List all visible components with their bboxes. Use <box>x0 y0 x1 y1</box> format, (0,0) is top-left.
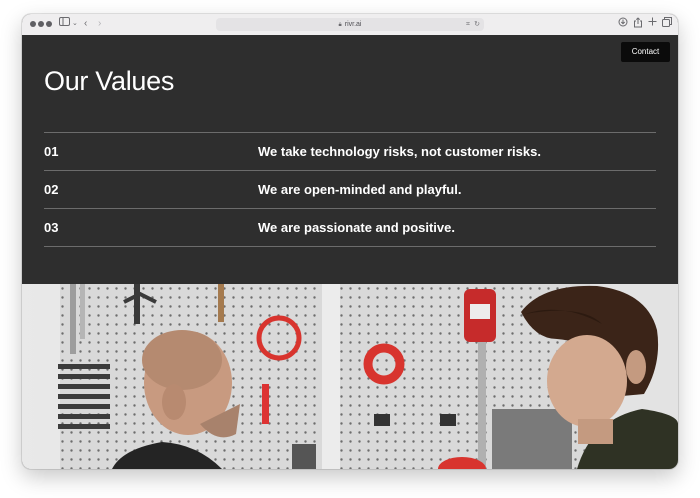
translate-icon[interactable]: ⌗ <box>466 18 470 31</box>
page-title: Our Values <box>44 66 175 96</box>
page-content: Contact Our Values 01 We take technology… <box>22 35 678 469</box>
chevron-left-icon[interactable]: ‹ <box>84 17 87 31</box>
contact-button[interactable]: Contact <box>621 42 670 62</box>
value-number: 03 <box>44 220 59 235</box>
address-bar[interactable]: 🔒︎ rivr.ai ⌗ ↻ <box>216 18 484 31</box>
lock-icon: 🔒︎ <box>338 22 342 28</box>
chevron-right-icon[interactable]: › <box>98 17 101 31</box>
minimize-window-dot[interactable] <box>38 21 44 27</box>
browser-toolbar: ⌄ ‹ › 🔒︎ rivr.ai ⌗ ↻ <box>22 14 678 36</box>
browser-window: ⌄ ‹ › 🔒︎ rivr.ai ⌗ ↻ Contact Our Values 0… <box>22 14 678 469</box>
share-icon[interactable] <box>633 17 643 33</box>
value-number: 01 <box>44 144 59 159</box>
value-text: We are open-minded and playful. <box>258 182 462 197</box>
value-text: We take technology risks, not customer r… <box>258 144 541 159</box>
team-photo <box>22 284 678 469</box>
zoom-window-dot[interactable] <box>46 21 52 27</box>
value-row: 02 We are open-minded and playful. <box>44 170 656 208</box>
value-row: 03 We are passionate and positive. <box>44 208 656 247</box>
tabs-overview-icon[interactable] <box>662 17 672 32</box>
reload-icon[interactable]: ↻ <box>474 18 480 31</box>
value-row: 01 We take technology risks, not custome… <box>44 132 656 170</box>
value-text: We are passionate and positive. <box>258 220 455 235</box>
new-tab-icon[interactable] <box>648 17 657 31</box>
value-number: 02 <box>44 182 59 197</box>
sidebar-icon[interactable] <box>59 17 71 32</box>
close-window-dot[interactable] <box>30 21 36 27</box>
url-text: rivr.ai <box>344 21 362 28</box>
values-list: 01 We take technology risks, not custome… <box>44 132 656 247</box>
chevron-down-icon[interactable]: ⌄ <box>72 17 78 31</box>
download-icon[interactable] <box>618 17 628 32</box>
